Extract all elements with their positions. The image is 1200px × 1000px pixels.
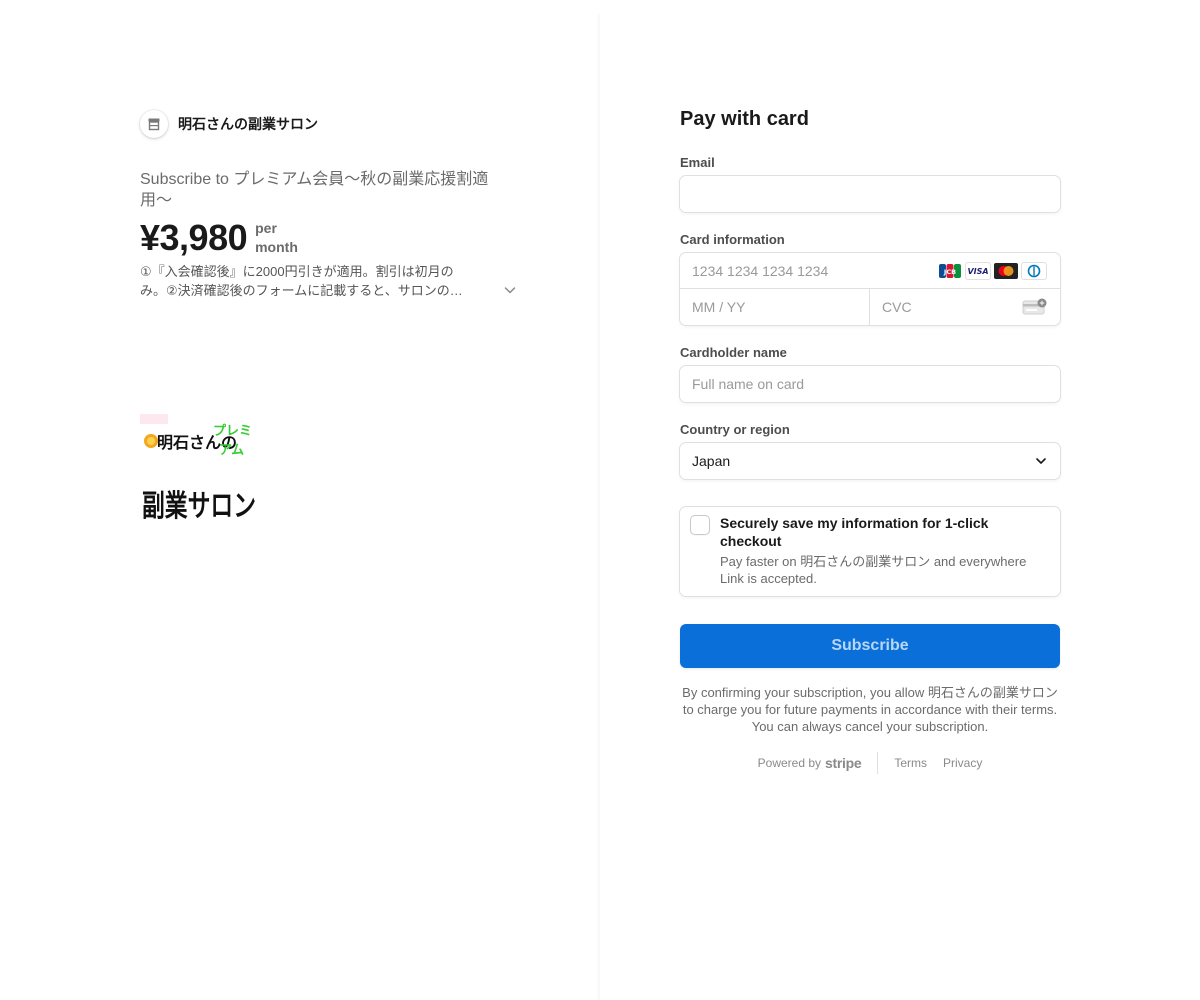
product-title: Subscribe to プレミアム会員〜秋の副業応援割適用〜 <box>140 171 489 209</box>
description-line: ①『入会確認後』に2000円引きが適用。割引は初月の <box>140 264 454 279</box>
image-text-main: 副業サロン <box>142 489 256 524</box>
payment-form: Pay with card Email Card information 123… <box>600 0 1200 1000</box>
card-expiry-field[interactable]: MM / YY <box>680 289 870 325</box>
merchant-name: 明石さんの副業サロン <box>178 116 318 132</box>
card-cvc-placeholder: CVC <box>882 299 912 315</box>
visa-text: VISA <box>967 267 988 276</box>
jcb-text: JCB <box>943 268 956 276</box>
diners-icon <box>1022 263 1046 279</box>
cvc-card-icon <box>1022 298 1047 315</box>
price-amount: ¥3,980 <box>140 217 248 258</box>
card-number-placeholder: 1234 1234 1234 1234 <box>692 262 829 279</box>
footer-divider <box>877 752 879 774</box>
card-number-field[interactable]: 1234 1234 1234 1234 JCB VISA <box>680 253 1060 289</box>
cardholder-placeholder: Full name on card <box>692 376 805 392</box>
card-expiry-placeholder: MM / YY <box>692 299 746 315</box>
save-info-title: Securely save my information for 1-click… <box>720 515 989 549</box>
checkout-page: 明石さんの副業サロン Subscribe to プレミアム会員〜秋の副業応援割適… <box>0 0 1200 1000</box>
merchant-header[interactable]: 明石さんの副業サロン <box>140 110 318 138</box>
chevron-down-icon <box>1036 458 1046 464</box>
price-period-line1: per <box>255 220 277 236</box>
powered-by-stripe[interactable]: Powered by stripe <box>758 755 862 771</box>
product-image: 明石さんの プレミ アム 副業サロン <box>140 414 258 530</box>
chevron-down-icon[interactable] <box>502 282 518 298</box>
price-period: per month <box>255 219 298 257</box>
product-description: ①『入会確認後』に2000円引きが適用。割引は初月の み。②決済確認後のフォーム… <box>140 262 492 300</box>
visa-icon: VISA <box>966 263 990 279</box>
stripe-logo: stripe <box>825 755 862 771</box>
cardholder-label: Cardholder name <box>680 345 787 360</box>
country-select[interactable]: Japan <box>680 443 1060 479</box>
card-info-label: Card information <box>680 232 785 247</box>
card-brands: JCB VISA <box>938 263 1046 279</box>
country-label: Country or region <box>680 422 790 437</box>
terms-link[interactable]: Terms <box>894 756 927 770</box>
cardholder-name-field[interactable]: Full name on card <box>680 366 1060 402</box>
save-info-box: Securely save my information for 1-click… <box>680 507 1060 596</box>
order-summary: 明石さんの副業サロン Subscribe to プレミアム会員〜秋の副業応援割適… <box>0 0 600 1000</box>
save-info-checkbox[interactable] <box>691 516 709 534</box>
form-title: Pay with card <box>680 108 809 130</box>
price-row: ¥3,980 per month <box>140 216 298 260</box>
country-value: Japan <box>692 453 731 469</box>
mastercard-icon <box>994 263 1018 279</box>
image-tag-top: プレミ <box>213 424 252 439</box>
powered-by-label: Powered by <box>757 756 822 770</box>
store-icon <box>140 110 168 138</box>
privacy-link[interactable]: Privacy <box>943 756 982 770</box>
card-info-group: 1234 1234 1234 1234 JCB VISA MM / YY CVC <box>680 253 1060 325</box>
email-field[interactable] <box>680 176 1060 212</box>
terms-text: By confirming your subscription, you all… <box>682 685 1058 734</box>
image-tag-bottom: アム <box>219 443 244 458</box>
footer: Powered by stripe Terms Privacy <box>680 752 1060 774</box>
subscribe-button-label: Subscribe <box>831 637 909 654</box>
price-period-line2: month <box>255 239 298 255</box>
description-line: み。②決済確認後のフォームに記載すると、サロンの… <box>140 283 463 298</box>
save-info-subtitle: Pay faster on 明石さんの副業サロン and everywhere … <box>720 554 1027 586</box>
email-label: Email <box>680 155 715 170</box>
card-cvc-field[interactable]: CVC <box>870 289 1060 325</box>
subscribe-button[interactable]: Subscribe <box>680 624 1060 668</box>
jcb-icon: JCB <box>938 263 962 279</box>
